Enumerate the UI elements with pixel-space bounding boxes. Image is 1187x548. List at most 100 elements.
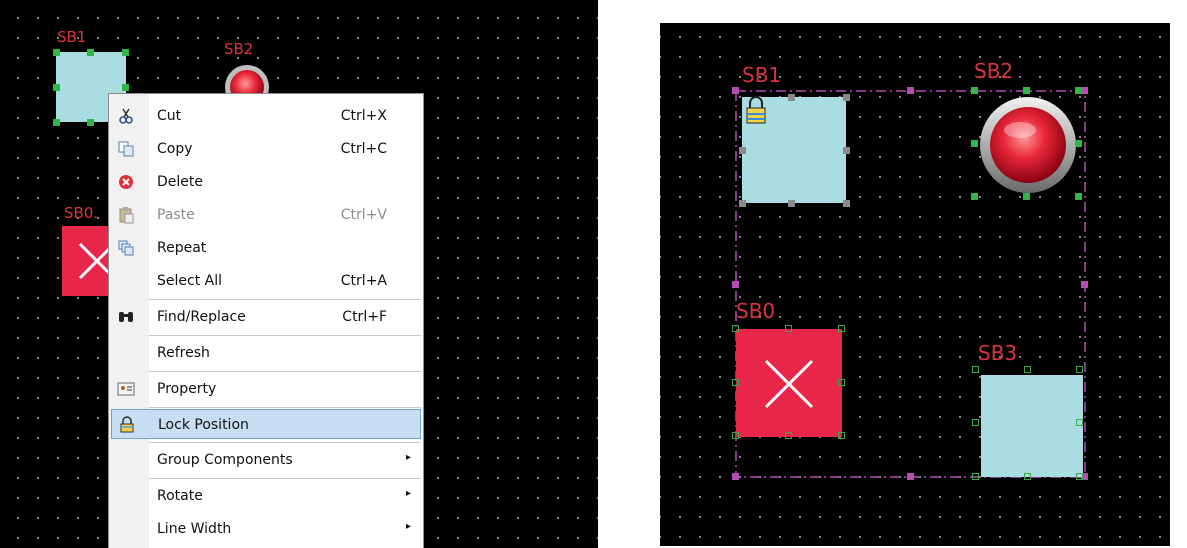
sb3-button[interactable] xyxy=(981,375,1083,477)
menu-separator xyxy=(149,407,421,408)
submenu-arrow-icon: ▸ xyxy=(405,452,411,463)
group-handle[interactable] xyxy=(907,473,914,480)
menu-label: Copy xyxy=(157,141,193,157)
selection-handle[interactable] xyxy=(785,432,792,439)
selection-handle[interactable] xyxy=(1076,366,1083,373)
selection-handle[interactable] xyxy=(1075,140,1082,147)
selection-handle[interactable] xyxy=(1024,366,1031,373)
lock-icon xyxy=(120,416,134,433)
selection-handle[interactable] xyxy=(972,419,979,426)
selection-handle[interactable] xyxy=(1076,473,1083,480)
selection-handle[interactable] xyxy=(1024,473,1031,480)
selection-handle[interactable] xyxy=(1023,193,1030,200)
selection-handle[interactable] xyxy=(1075,87,1082,94)
menu-item-property[interactable]: Property xyxy=(111,374,421,404)
selection-handle[interactable] xyxy=(972,473,979,480)
submenu-arrow-icon: ▸ xyxy=(405,521,411,532)
copy-icon xyxy=(118,141,134,157)
sb0-label: SB0. xyxy=(64,204,99,222)
menu-item-group-components[interactable]: Group Components ▸ xyxy=(111,445,421,475)
selection-handle[interactable] xyxy=(1023,87,1030,94)
menu-label: Line Width xyxy=(157,521,232,537)
selection-handle[interactable] xyxy=(1076,419,1083,426)
paste-icon xyxy=(119,207,134,224)
locked-handle xyxy=(739,147,746,154)
menu-item-cut[interactable]: Cut Ctrl+X xyxy=(111,101,421,131)
context-menu: Cut Ctrl+X Copy Ctrl+C Delete Paste Ctrl… xyxy=(108,93,424,548)
menu-label: Lock Position xyxy=(158,417,249,433)
menu-item-lock-position[interactable]: Lock Position xyxy=(111,409,421,439)
sb2-label: SB2 xyxy=(224,40,254,58)
sb0-button[interactable] xyxy=(736,329,842,437)
binoculars-icon xyxy=(119,312,133,322)
menu-label: Rotate xyxy=(157,488,203,504)
selection-handle[interactable] xyxy=(732,432,739,439)
repeat-icon xyxy=(118,240,134,256)
selection-handle[interactable] xyxy=(1075,193,1082,200)
locked-handle xyxy=(843,94,850,101)
selection-handle[interactable] xyxy=(785,325,792,332)
menu-separator xyxy=(149,442,421,443)
menu-label: Select All xyxy=(157,273,222,289)
group-handle[interactable] xyxy=(1081,281,1088,288)
sb1-label: SB1 xyxy=(742,63,782,87)
sb0-label: SB0 xyxy=(736,299,776,323)
menu-label: Paste xyxy=(157,207,195,223)
selection-handle[interactable] xyxy=(972,366,979,373)
selection-handle[interactable] xyxy=(87,119,94,126)
menu-shortcut: Ctrl+C xyxy=(340,141,387,157)
menu-separator xyxy=(149,478,421,479)
close-x-icon xyxy=(764,359,814,409)
sb2-red-lamp-button[interactable] xyxy=(974,90,1082,200)
menu-item-copy[interactable]: Copy Ctrl+C xyxy=(111,134,421,164)
menu-label: Delete xyxy=(157,174,203,190)
selection-handle[interactable] xyxy=(732,325,739,332)
locked-handle xyxy=(788,94,795,101)
selection-handle[interactable] xyxy=(732,379,739,386)
menu-item-select-all[interactable]: Select All Ctrl+A xyxy=(111,266,421,296)
selection-handle[interactable] xyxy=(971,87,978,94)
sb3-label: SB3 xyxy=(978,341,1018,365)
group-handle[interactable] xyxy=(1081,87,1088,94)
menu-item-rotate[interactable]: Rotate ▸ xyxy=(111,481,421,511)
selection-handle[interactable] xyxy=(838,379,845,386)
selection-handle[interactable] xyxy=(87,49,94,56)
submenu-arrow-icon: ▸ xyxy=(405,488,411,499)
locked-handle xyxy=(739,200,746,207)
selection-handle[interactable] xyxy=(53,49,60,56)
selection-handle[interactable] xyxy=(971,193,978,200)
menu-shortcut: Ctrl+X xyxy=(340,108,387,124)
menu-item-delete[interactable]: Delete xyxy=(111,167,421,197)
group-handle[interactable] xyxy=(907,87,914,94)
menu-item-paste[interactable]: Paste Ctrl+V xyxy=(111,200,421,230)
sb2-label: SB2 xyxy=(974,59,1014,83)
menu-label: Group Components xyxy=(157,452,293,468)
selection-handle[interactable] xyxy=(122,49,129,56)
menu-label: Property xyxy=(157,381,217,397)
menu-label: Refresh xyxy=(157,345,210,361)
lock-icon xyxy=(746,96,766,124)
locked-handle xyxy=(843,147,850,154)
menu-item-refresh[interactable]: Refresh xyxy=(111,338,421,368)
selection-handle[interactable] xyxy=(838,432,845,439)
selection-handle[interactable] xyxy=(838,325,845,332)
group-handle[interactable] xyxy=(732,87,739,94)
right-design-canvas[interactable]: SB1 SB2 SB0 SB3 xyxy=(660,23,1170,546)
sb1-label: SB1 xyxy=(57,28,87,46)
locked-handle xyxy=(843,200,850,207)
group-handle[interactable] xyxy=(732,473,739,480)
selection-handle[interactable] xyxy=(53,119,60,126)
selection-handle[interactable] xyxy=(53,84,60,91)
menu-shortcut: Ctrl+V xyxy=(340,207,387,223)
scissors-icon xyxy=(119,108,133,124)
selection-handle[interactable] xyxy=(971,140,978,147)
delete-icon xyxy=(119,175,133,189)
menu-item-repeat[interactable]: Repeat xyxy=(111,233,421,263)
menu-item-find-replace[interactable]: Find/Replace Ctrl+F xyxy=(111,302,421,332)
menu-label: Repeat xyxy=(157,240,207,256)
menu-separator xyxy=(149,299,421,300)
property-icon xyxy=(117,382,135,396)
group-handle[interactable] xyxy=(732,281,739,288)
selection-handle[interactable] xyxy=(122,84,129,91)
menu-item-line-width[interactable]: Line Width ▸ xyxy=(111,514,421,544)
